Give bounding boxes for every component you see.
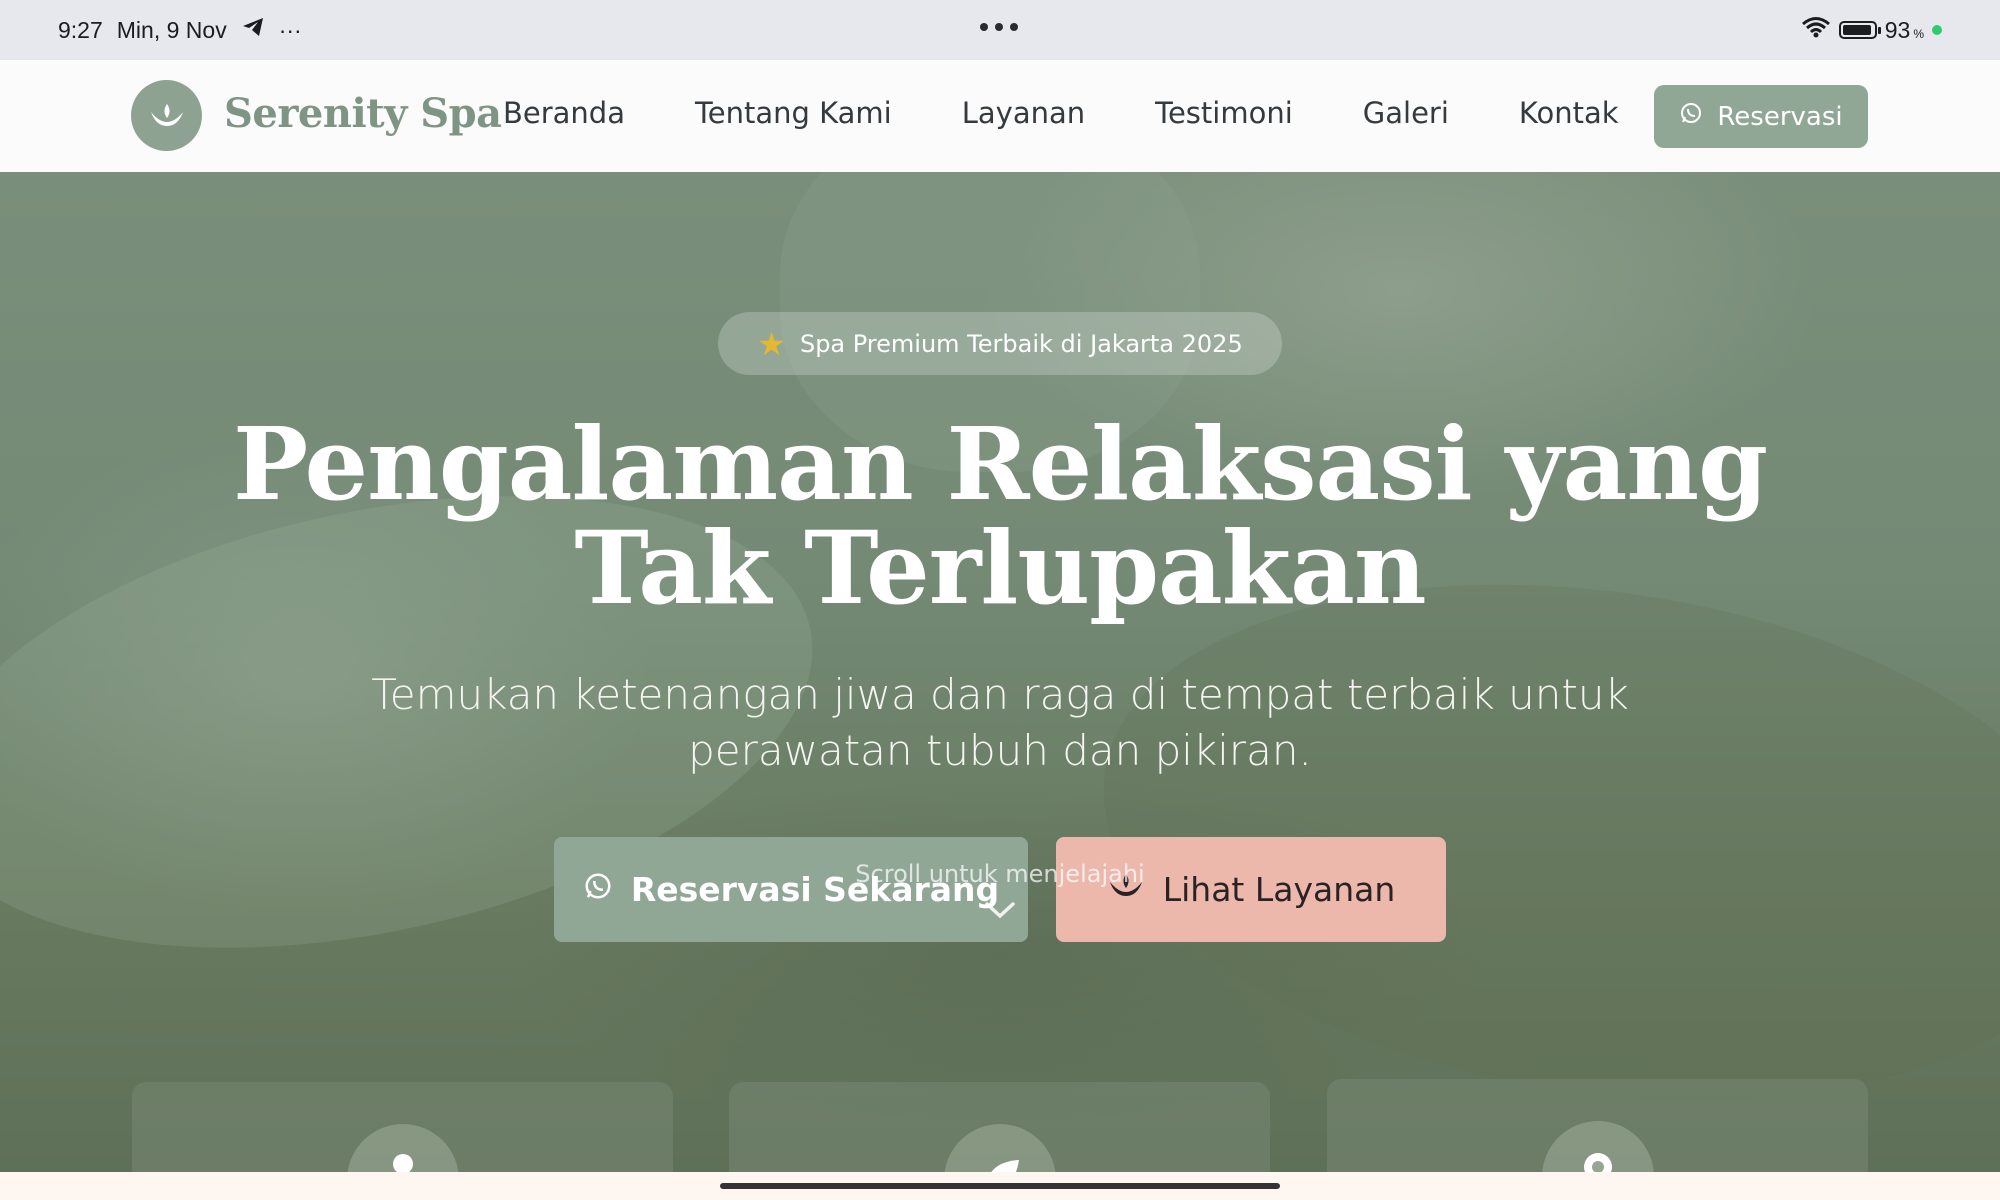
nav-link-testimoni[interactable]: Testimoni xyxy=(1155,96,1293,130)
wifi-icon xyxy=(1801,16,1831,44)
hero-title-line-1: Pengalaman Relaksasi yang xyxy=(233,405,1768,523)
star-icon: ★ xyxy=(757,324,786,363)
award-badge: ★ Spa Premium Terbaik di Jakarta 2025 xyxy=(718,312,1282,375)
nav-link-galeri[interactable]: Galeri xyxy=(1363,96,1449,130)
nav-reservation-button[interactable]: Reservasi xyxy=(1654,85,1868,148)
award-badge-text: Spa Premium Terbaik di Jakarta 2025 xyxy=(799,329,1243,358)
multitask-handle[interactable] xyxy=(980,23,1018,31)
reserve-now-button[interactable]: Reservasi Sekarang xyxy=(554,837,1028,942)
feature-card-2 xyxy=(729,1082,1270,1172)
telegram-icon xyxy=(241,16,265,44)
site-navbar: Serenity Spa Beranda Tentang Kami Layana… xyxy=(0,60,2000,172)
hero-subtitle: Temukan ketenangan jiwa dan raga di temp… xyxy=(300,667,1700,779)
system-status-bar: 9:27 Min, 9 Nov ··· 93 % xyxy=(0,0,2000,60)
hero-title-line-2: Tak Terlupakan xyxy=(574,509,1426,627)
status-date: Min, 9 Nov xyxy=(116,16,227,43)
nav-link-tentang-kami[interactable]: Tentang Kami xyxy=(695,96,892,130)
battery-percent-unit: % xyxy=(1913,27,1924,41)
battery-icon xyxy=(1838,21,1881,39)
hero-section: ★ Spa Premium Terbaik di Jakarta 2025 Pe… xyxy=(0,172,2000,1172)
charging-indicator-dot xyxy=(1932,25,1942,35)
hero-subtitle-line-1: Temukan ketenangan jiwa dan raga di temp… xyxy=(371,670,1629,719)
brand-name[interactable]: Serenity Spa xyxy=(224,90,502,137)
view-services-button[interactable]: Lihat Layanan xyxy=(1056,837,1446,942)
user-icon xyxy=(347,1124,459,1172)
lotus-logo-icon[interactable] xyxy=(131,80,202,151)
feature-card-3 xyxy=(1327,1079,1868,1172)
award-icon xyxy=(1542,1121,1654,1172)
status-more-indicator: ··· xyxy=(278,16,302,43)
nav-link-beranda[interactable]: Beranda xyxy=(503,96,625,130)
whatsapp-icon xyxy=(583,870,613,909)
battery-level-fill xyxy=(1842,25,1871,35)
scroll-hint-text: Scroll untuk menjelajahi xyxy=(855,860,1145,888)
hero-subtitle-line-2: perawatan tubuh dan pikiran. xyxy=(688,726,1312,775)
nav-links: Beranda Tentang Kami Layanan Testimoni G… xyxy=(503,96,1619,130)
hero-title: Pengalaman Relaksasi yang Tak Terlupakan xyxy=(200,412,1800,620)
home-indicator-bar[interactable] xyxy=(720,1183,1280,1189)
leaf-icon xyxy=(944,1124,1056,1172)
whatsapp-icon xyxy=(1679,101,1703,132)
chevron-down-icon[interactable] xyxy=(983,900,1017,924)
status-left-group: 9:27 Min, 9 Nov ··· xyxy=(58,16,302,44)
status-right-group: 93 % xyxy=(1801,16,1942,44)
status-time: 9:27 xyxy=(58,16,103,43)
nav-link-layanan[interactable]: Layanan xyxy=(962,96,1085,130)
nav-reservation-label: Reservasi xyxy=(1717,101,1843,132)
battery-percent: 93 xyxy=(1884,16,1911,43)
nav-link-kontak[interactable]: Kontak xyxy=(1519,96,1619,130)
feature-card-1 xyxy=(132,1082,673,1172)
